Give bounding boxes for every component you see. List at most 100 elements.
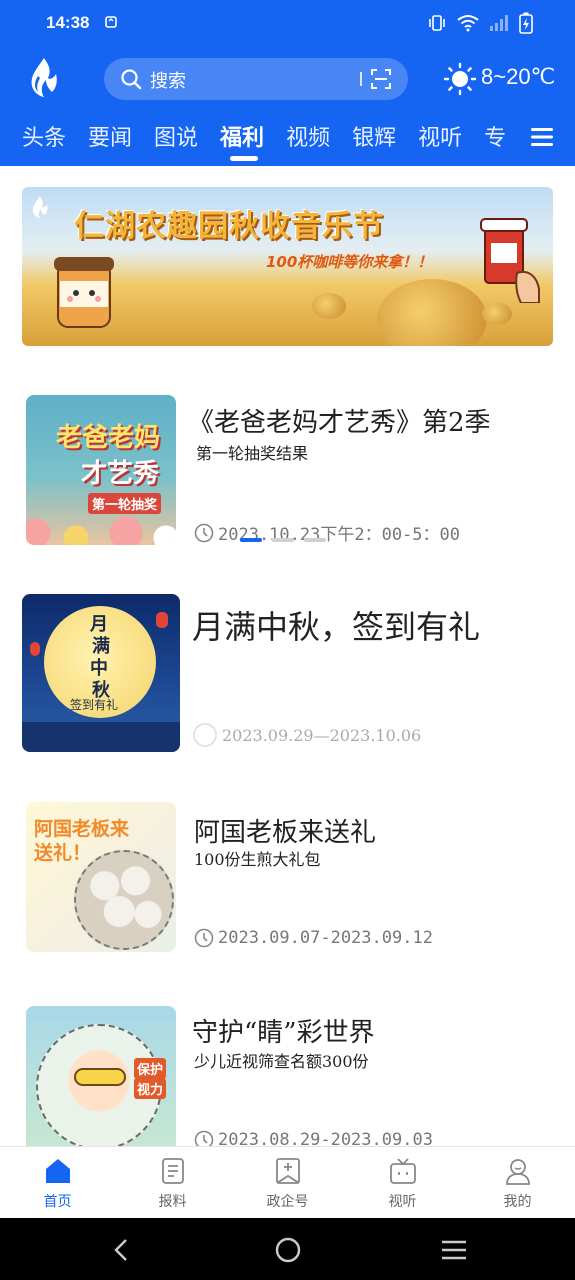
report-icon [161,1158,184,1184]
carousel-indicator [240,538,326,542]
thumb-text: 送礼！ [34,842,92,864]
tab-fuli-label: 福利 [220,126,265,151]
thumb-text: 保护 [134,1058,167,1079]
nav-label: 我的 [503,1194,532,1210]
tv-icon [389,1158,416,1184]
nav-report[interactable]: 报料 [115,1147,230,1218]
hay-bale-image [377,279,487,346]
item-title: 《老爸老妈才艺秀》第2季 [188,408,491,438]
status-bar: 14:38 [0,0,575,48]
item-title: 守护“睛”彩世界 [192,1018,375,1048]
signal-icon [490,15,508,31]
channel-tabs: 头条 要闻 图说 福利 视频 银辉 视听 专 [22,120,528,161]
list-item[interactable]: 老爸老妈 才艺秀 第一轮抽奖 《老爸老妈才艺秀》第2季 第一轮抽奖结果 2023… [0,394,575,554]
scan-icon[interactable] [370,68,392,90]
flower-decoration [26,513,176,545]
item-thumbnail: 老爸老妈 才艺秀 第一轮抽奖 [26,395,176,545]
nav-label: 报料 [158,1194,187,1210]
nav-label: 视听 [388,1194,417,1210]
search-divider [360,72,362,86]
nav-label: 首页 [43,1194,72,1210]
app-header: 14:38 搜索 8~20℃ 头条 要闻 图说 福利 视频 银辉 视听 专 [0,0,575,166]
banner-logo-icon [32,196,48,218]
nav-label: 政企号 [266,1194,309,1210]
lantern-decoration [156,612,168,628]
carousel-dot [240,538,262,542]
tab-toutiao[interactable]: 头条 [22,120,66,160]
item-date: 2023.08.29-2023.09.03 [194,1130,433,1146]
hay-bale-image [482,303,512,325]
lantern-decoration [30,642,40,656]
clock-icon [194,523,214,542]
wifi-icon [457,15,479,32]
carousel-dot [272,538,294,542]
item-thumbnail: 月 满 中 秋 签到有礼 [22,594,180,752]
recent-apps-icon[interactable] [440,1236,468,1264]
thumb-text: 才艺秀 [81,459,160,489]
sun-weather-icon [443,62,477,96]
coffee-cup-hand-icon [480,218,540,303]
tab-shipin[interactable]: 视频 [286,120,330,160]
tab-yaowen[interactable]: 要闻 [88,120,132,160]
item-subtitle: 少儿近视筛查名额300份 [194,1052,369,1071]
tab-zhuan[interactable]: 专 [484,120,506,160]
item-date-text: 2023.08.29-2023.09.03 [218,1130,433,1146]
list-item[interactable]: 月 满 中 秋 签到有礼 月满中秋，签到有礼 2023.09.29—2023.1… [0,594,575,754]
search-icon [121,69,142,90]
dumpling-plate-image [74,850,174,950]
tab-shiting[interactable]: 视听 [418,120,462,160]
gov-account-icon [275,1158,300,1184]
hay-bale-image [312,293,346,319]
item-date-text: 2023.09.29—2023.10.06 [222,725,422,745]
nav-home[interactable]: 首页 [0,1147,115,1218]
nav-tv[interactable]: 视听 [345,1147,460,1218]
vibrate-icon [429,15,445,31]
list-item[interactable]: 阿国老板来 送礼！ 阿国老板来送礼 100份生煎大礼包 2023.09.07-2… [0,800,575,956]
nav-profile[interactable]: 我的 [460,1147,575,1218]
nav-gov-account[interactable]: 政企号 [230,1147,345,1218]
status-time: 14:38 [46,13,90,32]
item-date: 2023.09.07-2023.09.12 [194,928,433,948]
coffee-cup-mascot-icon [54,257,114,328]
battery-icon [519,12,533,34]
active-tab-indicator [230,156,259,161]
cloud-decoration [22,722,180,752]
menu-icon[interactable] [531,128,553,146]
app-logo-icon[interactable] [26,56,62,98]
banner-subtitle: 100杯咖啡等你来拿！！ [266,253,433,271]
clock-icon [194,928,214,948]
thumb-text: 老爸老妈 [56,423,161,453]
home-icon [45,1159,70,1183]
thumb-text: 视力 [134,1078,167,1099]
weather-temperature[interactable]: 8~20℃ [481,64,555,90]
search-bar[interactable]: 搜索 [104,58,408,100]
thumb-text: 第一轮抽奖 [88,493,162,514]
item-thumbnail: 阿国老板来 送礼！ [26,802,176,952]
bottom-navigation: 首页 报料 政企号 视听 我的 [0,1146,575,1218]
thumb-text: 签到有礼 [70,698,119,712]
clock-icon [194,1130,214,1146]
clock-icon [193,723,217,747]
item-date: 2023.09.29—2023.10.06 [192,722,421,748]
goggles-decoration [74,1068,126,1086]
tab-tushuo[interactable]: 图说 [154,120,198,160]
back-icon[interactable] [108,1236,136,1264]
item-title: 阿国老板来送礼 [194,818,377,848]
item-date-text: 2023.09.07-2023.09.12 [218,928,433,948]
status-icons [427,12,533,34]
item-subtitle: 第一轮抽奖结果 [196,444,309,463]
banner-title: 仁湖农趣园秋收音乐节 [74,209,384,244]
carousel-dot [304,538,326,542]
tab-yinhui[interactable]: 银辉 [352,120,396,160]
system-navigation-bar [0,1218,575,1280]
home-circle-icon[interactable] [274,1236,302,1264]
list-item[interactable]: 保护 视力 守护“睛”彩世界 少儿近视筛查名额300份 2023.08.29-2… [0,1004,575,1146]
thumb-text: 阿国老板来 [34,818,130,840]
notification-icon [105,16,117,28]
tab-fuli[interactable]: 福利 [220,120,265,161]
promo-banner[interactable]: 仁湖农趣园秋收音乐节 100杯咖啡等你来拿！！ [22,187,553,346]
item-subtitle: 100份生煎大礼包 [194,850,321,869]
item-date: 2023.10.23下午2：00-5：00 [194,520,460,545]
search-placeholder: 搜索 [150,71,186,92]
profile-icon [505,1159,530,1185]
